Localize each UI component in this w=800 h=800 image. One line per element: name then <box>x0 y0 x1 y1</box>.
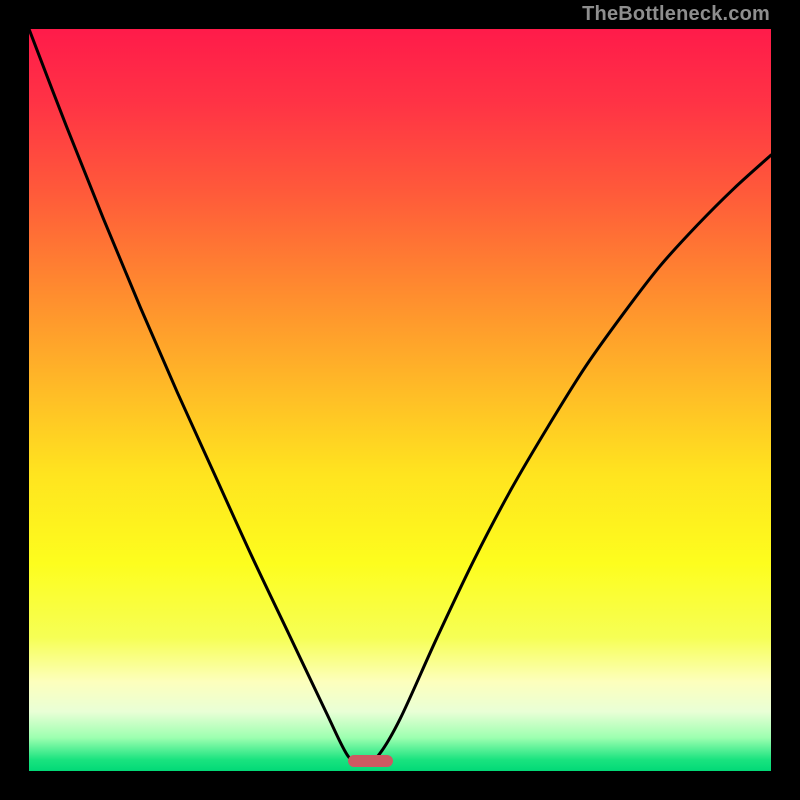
bottleneck-curve <box>29 29 771 771</box>
chart-frame: TheBottleneck.com <box>0 0 800 800</box>
plot-area <box>29 29 771 771</box>
watermark-text: TheBottleneck.com <box>582 3 770 26</box>
optimal-marker <box>348 755 393 767</box>
